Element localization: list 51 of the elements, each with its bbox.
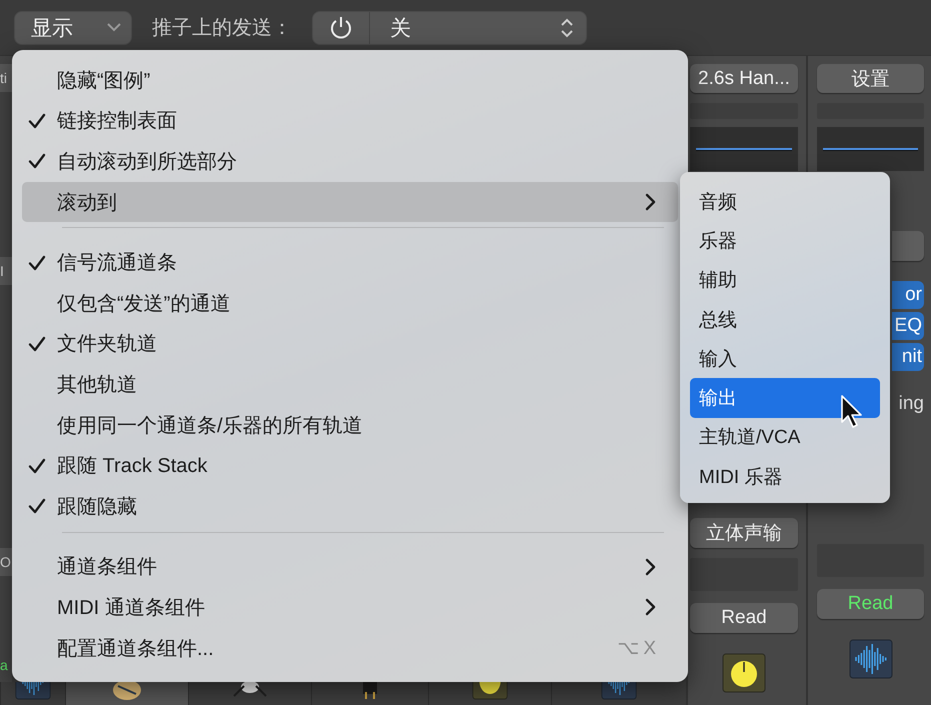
automation-button[interactable]: Read — [690, 603, 798, 633]
plugin-button[interactable]: nit — [892, 343, 924, 371]
waveform-icon[interactable] — [15, 682, 52, 700]
settings-button[interactable]: 设置 — [817, 64, 924, 93]
menu-item[interactable]: 仅包含“发送”的通道 — [22, 282, 678, 324]
chevron-icon — [645, 558, 656, 576]
submenu-item[interactable]: 输出 — [690, 378, 880, 418]
knob-icon[interactable] — [472, 682, 508, 700]
chevron-down-icon — [107, 23, 121, 32]
up-down-icon — [560, 16, 574, 38]
submenu-item[interactable]: 音频 — [690, 182, 880, 222]
power-button[interactable] — [328, 14, 354, 40]
menu-item[interactable]: MIDI 通道条组件 — [22, 587, 678, 628]
menu-item[interactable]: 其他轨道 — [22, 364, 678, 405]
eq-display[interactable] — [817, 127, 924, 171]
menu-item[interactable]: 链接控制表面 — [22, 100, 678, 142]
menu-item[interactable]: 跟随隐藏 — [22, 486, 678, 527]
automation-mode-label: a — [0, 656, 9, 675]
menu-item[interactable]: 使用同一个通道条/乐器的所有轨道 — [22, 404, 678, 446]
view-dropdown[interactable]: 显示 — [14, 10, 132, 44]
menu-item[interactable]: 跟随 Track Stack — [22, 445, 678, 486]
channel-button-label[interactable]: O — [0, 548, 12, 576]
plugin-label: ing — [898, 393, 924, 415]
output-button[interactable]: 立体声输 — [690, 518, 798, 548]
automation-button[interactable]: Read — [817, 589, 924, 619]
submenu-item[interactable]: MIDI 乐器 — [690, 457, 880, 496]
channel-button-label[interactable]: ti — [0, 64, 12, 92]
menu-item[interactable]: 自动滚动到所选部分 — [22, 141, 678, 182]
menu-item[interactable]: 信号流通道条 — [22, 242, 678, 283]
sends-label: 推子上的发送： — [152, 16, 292, 41]
submenu-item[interactable]: 输入 — [690, 339, 880, 378]
chevron-icon — [645, 598, 656, 616]
menu-item[interactable]: 文件夹轨道 — [22, 324, 678, 364]
plugin-button[interactable]: EQ — [892, 312, 924, 340]
menu-item[interactable]: 配置通道条组件... ⌥X — [22, 628, 678, 668]
submenu-item[interactable]: 主轨道/VCA — [690, 418, 880, 458]
knob-icon[interactable] — [722, 653, 766, 693]
menu-item[interactable]: 通道条组件 — [22, 546, 678, 588]
submenu-item[interactable]: 总线 — [690, 300, 880, 340]
menu-item[interactable]: 滚动到 — [22, 182, 678, 222]
reverb-button[interactable]: 2.6s Han... — [690, 64, 798, 93]
eq-display[interactable] — [690, 127, 798, 171]
plugin-button[interactable]: or — [892, 281, 924, 309]
menu-item[interactable]: 隐藏“图例” — [22, 60, 678, 101]
waveform-icon[interactable] — [601, 682, 638, 700]
channel-button-label[interactable]: I — [0, 257, 12, 285]
submenu-item[interactable]: 辅助 — [690, 260, 880, 300]
waveform-icon[interactable] — [848, 639, 892, 679]
submenu-item[interactable]: 乐器 — [690, 221, 880, 261]
shortcut-label: ⌥X — [617, 636, 660, 660]
chevron-icon — [645, 193, 656, 212]
